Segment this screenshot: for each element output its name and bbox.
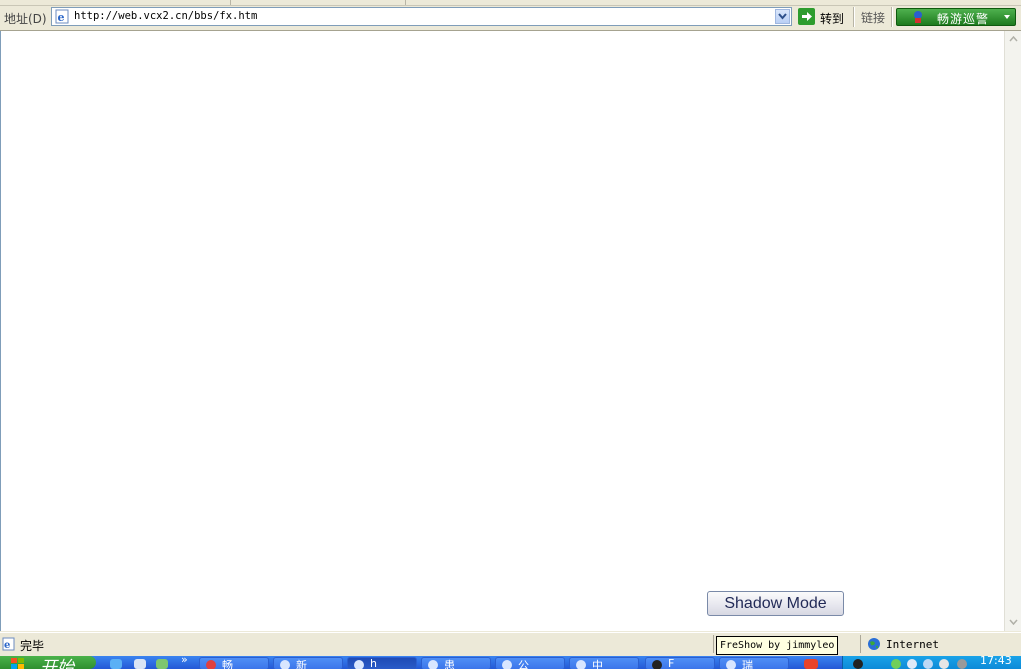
security-zone-text: Internet: [886, 638, 939, 651]
taskbar-item[interactable]: 患: [421, 657, 491, 669]
taskbar-item-label: 畅: [222, 659, 233, 669]
taskbar-item-label: 公: [518, 659, 529, 669]
taskbar-item[interactable]: 中: [569, 657, 639, 669]
toolbar-separator: [405, 0, 406, 5]
app-icon: [206, 660, 216, 669]
address-input[interactable]: e http://web.vcx2.cn/bbs/fx.htm: [51, 7, 792, 26]
status-panel-divider: [860, 635, 861, 653]
go-button[interactable]: 转到: [797, 7, 849, 27]
taskbar-item[interactable]: 新: [273, 657, 343, 669]
chevron-down-icon: [778, 13, 787, 20]
tooltip: FreShow by jimmyleo: [716, 636, 839, 655]
windows-logo-icon: [11, 658, 24, 669]
toolbar-separator: [853, 7, 855, 27]
qq-icon: [652, 660, 662, 669]
start-label: 开始: [40, 658, 74, 669]
quick-launch-ie-icon[interactable]: [110, 659, 122, 669]
quick-launch-app-icon[interactable]: [156, 659, 168, 669]
start-button[interactable]: 开始: [0, 656, 96, 669]
quick-launch-desktop-icon[interactable]: [134, 659, 146, 669]
qq-tray-icon[interactable]: [853, 659, 863, 669]
address-url[interactable]: http://web.vcx2.cn/bbs/fx.htm: [74, 10, 257, 22]
extension-button[interactable]: 畅游巡警: [896, 8, 1016, 26]
vertical-scrollbar[interactable]: [1004, 31, 1021, 631]
ie-icon: [354, 660, 364, 669]
taskbar-item-label: F: [668, 657, 675, 669]
caret-down-icon: [1004, 15, 1010, 19]
taskbar: 开始 » 畅 新 h 患 公 中 F 瑞 17:43: [0, 656, 1021, 669]
ie-icon: [280, 660, 290, 669]
go-label: 转到: [820, 12, 845, 26]
page-done-icon: e: [2, 637, 15, 651]
taskbar-item[interactable]: 瑞: [719, 657, 789, 669]
ime-tray-icon[interactable]: [939, 659, 949, 669]
address-label: 地址(D): [4, 12, 47, 26]
taskbar-item-label: 瑞: [742, 659, 753, 669]
chevron-down-icon: [1009, 619, 1018, 625]
globe-icon: [868, 638, 880, 650]
ie-icon: [726, 660, 736, 669]
misc-tray-icon[interactable]: [957, 659, 967, 669]
quick-launch-more-button[interactable]: »: [181, 656, 188, 666]
volume-tray-icon[interactable]: [907, 659, 917, 669]
toolbar-separator: [891, 7, 893, 27]
taskbar-item-active[interactable]: h: [347, 657, 417, 669]
taskbar-item[interactable]: F: [645, 657, 715, 669]
address-dropdown-button[interactable]: [775, 9, 790, 24]
taskbar-item-label: 患: [444, 659, 455, 669]
ie-page-icon: e: [55, 9, 69, 24]
ie-icon: [502, 660, 512, 669]
address-bar: 地址(D) e http://web.vcx2.cn/bbs/fx.htm 转到…: [0, 6, 1021, 31]
network-tray-icon[interactable]: [891, 659, 901, 669]
go-arrow-icon: [798, 8, 815, 25]
svg-text:e: e: [58, 11, 65, 24]
ie-icon: [576, 660, 586, 669]
status-text: 完毕: [20, 639, 45, 653]
taskbar-item[interactable]: 畅: [199, 657, 269, 669]
clock: 17:43: [980, 656, 1012, 667]
shadow-mode-button[interactable]: Shadow Mode: [707, 591, 844, 616]
security-tray-icon[interactable]: [923, 659, 933, 669]
quick-app-icon[interactable]: [804, 659, 818, 669]
taskbar-item[interactable]: 公: [495, 657, 565, 669]
shield-icon: [914, 11, 922, 23]
status-bar: e 完毕 Internet: [0, 632, 1021, 656]
taskbar-item-label: 中: [592, 659, 603, 669]
chevron-up-icon: [1009, 36, 1018, 42]
links-button[interactable]: 链接: [861, 9, 885, 26]
ie-icon: [428, 660, 438, 669]
scroll-up-button[interactable]: [1006, 32, 1021, 47]
extension-label: 畅游巡警: [937, 12, 990, 26]
taskbar-item-label: h: [370, 657, 377, 669]
status-panel-divider: [713, 635, 714, 653]
taskbar-item-label: 新: [296, 659, 307, 669]
toolbar-separator: [230, 0, 231, 5]
svg-text:e: e: [4, 640, 10, 651]
scroll-down-button[interactable]: [1006, 615, 1021, 630]
page-content: Shadow Mode: [0, 31, 1004, 631]
